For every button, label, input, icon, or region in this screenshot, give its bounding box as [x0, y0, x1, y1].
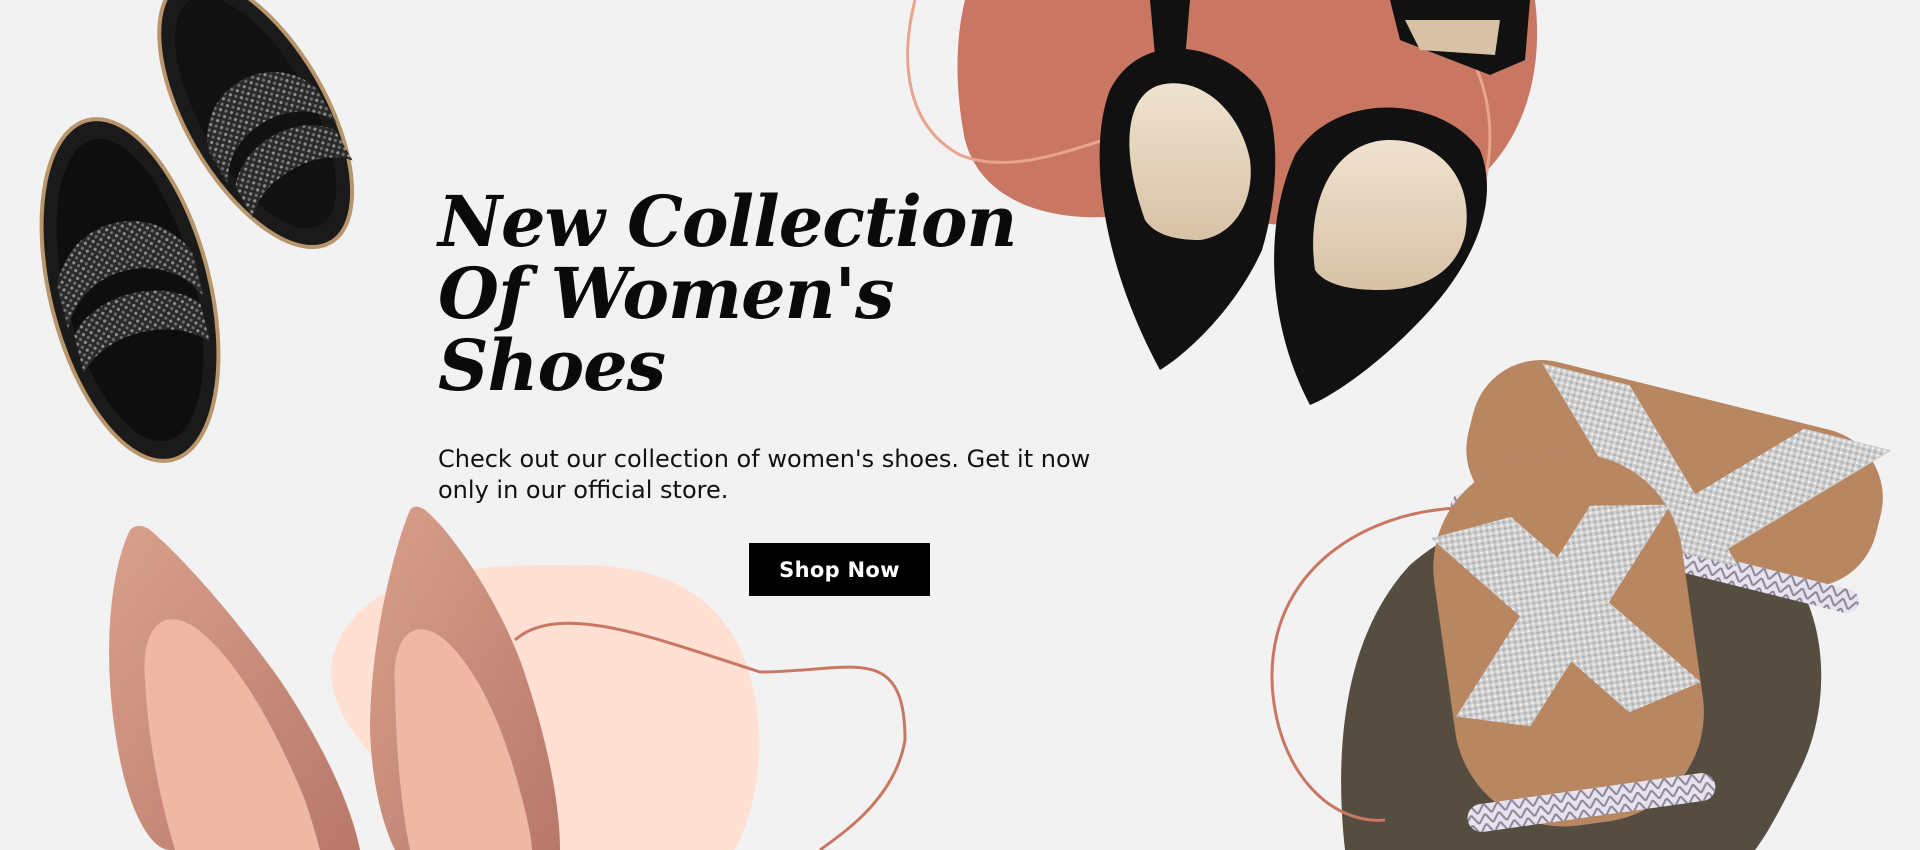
shop-now-button[interactable]: Shop Now — [749, 543, 930, 596]
dark-brown-blob — [1341, 509, 1822, 850]
headline-line-1: New Collection — [438, 180, 1017, 263]
terracotta-blob — [957, 0, 1538, 227]
hero-headline: New Collection Of Women's Shoes — [438, 180, 1017, 407]
headline-line-2: Of Women's — [438, 252, 894, 335]
hero-description: Check out our collection of women's shoe… — [438, 444, 1158, 506]
description-line-1: Check out our collection of women's shoe… — [438, 445, 1091, 473]
description-line-2: only in our official store. — [438, 476, 729, 504]
hero-banner: New Collection Of Women's Shoes Check ou… — [0, 0, 1920, 850]
headline-line-3: Shoes — [438, 324, 666, 407]
background-decoration — [331, 0, 1822, 850]
peach-blob — [331, 564, 760, 850]
